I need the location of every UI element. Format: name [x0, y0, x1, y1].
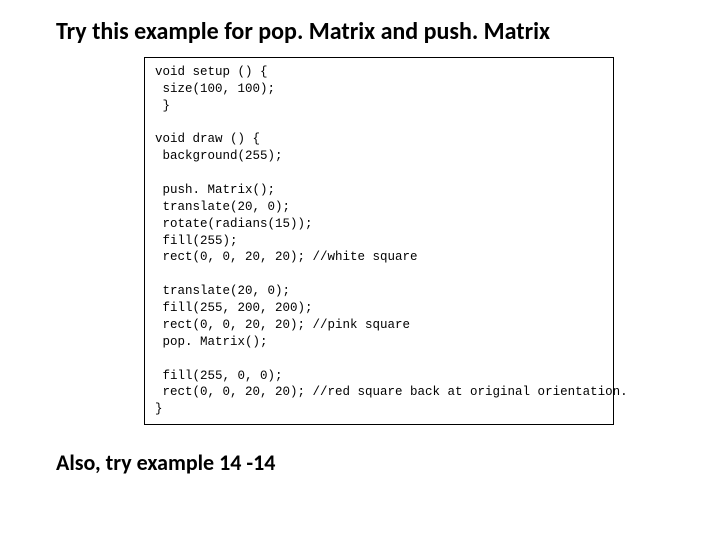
slide-footnote: Also, try example 14 -14 — [56, 449, 664, 476]
code-example-box: void setup () { size(100, 100); } void d… — [144, 57, 614, 425]
slide: Try this example for pop. Matrix and pus… — [0, 0, 720, 540]
slide-title: Try this example for pop. Matrix and pus… — [56, 18, 664, 47]
code-example: void setup () { size(100, 100); } void d… — [155, 64, 603, 418]
